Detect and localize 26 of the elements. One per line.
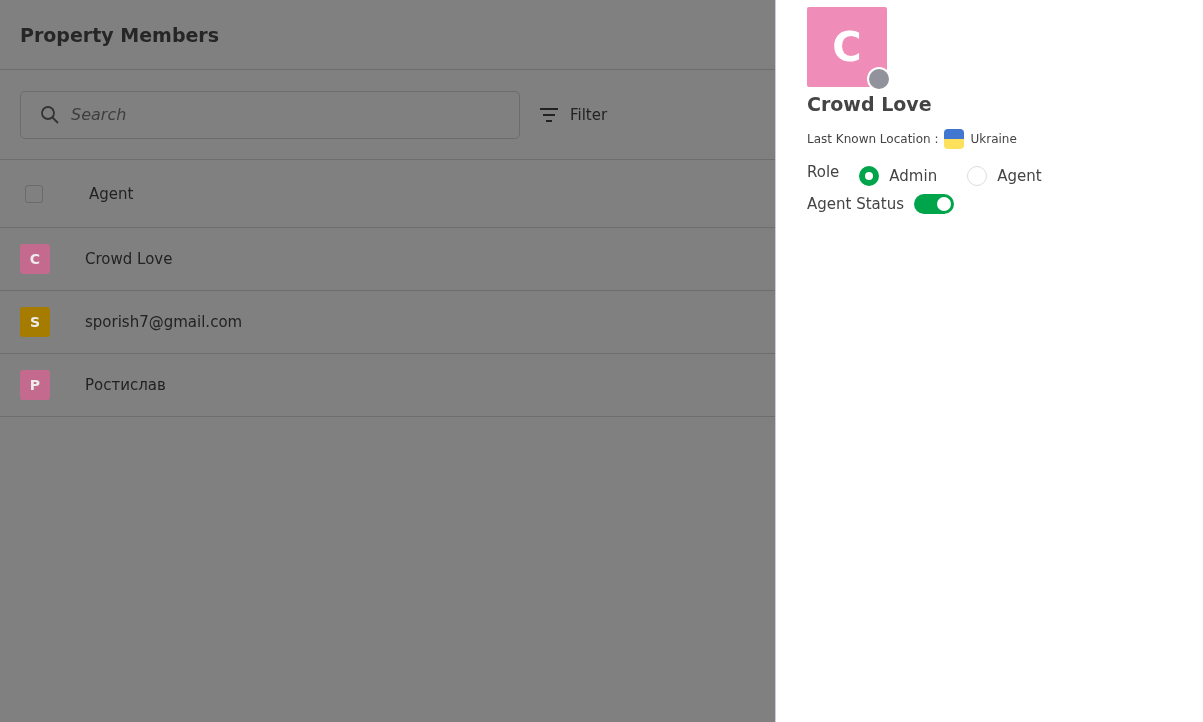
avatar: Р <box>20 370 50 400</box>
column-header: Agent <box>89 184 134 203</box>
status-toggle[interactable] <box>913 194 954 214</box>
search-field[interactable]: Search <box>20 90 520 139</box>
filter-button[interactable]: Filter <box>540 105 608 124</box>
radio-label: Agent <box>997 167 1042 185</box>
filter-icon <box>540 107 558 122</box>
role-label: Role <box>807 163 840 181</box>
location-value: Ukraine <box>970 132 1017 146</box>
flag-icon <box>944 129 965 149</box>
status-label: Agent Status <box>807 195 904 213</box>
role-radio[interactable]: Admin <box>859 166 938 186</box>
search-icon <box>40 104 60 125</box>
location-label: Last Known Location : <box>807 132 939 146</box>
radio-label: Admin <box>889 167 938 185</box>
member-name: Crowd Love <box>807 93 933 115</box>
role-radio[interactable]: Agent <box>967 166 1042 186</box>
page-title: Property Members <box>20 23 220 46</box>
status-dot <box>867 67 891 91</box>
radio-circle[interactable] <box>859 166 880 186</box>
profile-avatar: C <box>807 7 887 87</box>
avatar: S <box>20 307 50 337</box>
agent-name[interactable]: sporish7@gmail.com <box>85 313 243 331</box>
agent-name[interactable]: Crowd Love <box>85 250 173 268</box>
agent-name[interactable]: Ростислав <box>85 376 166 394</box>
avatar: C <box>20 244 50 274</box>
